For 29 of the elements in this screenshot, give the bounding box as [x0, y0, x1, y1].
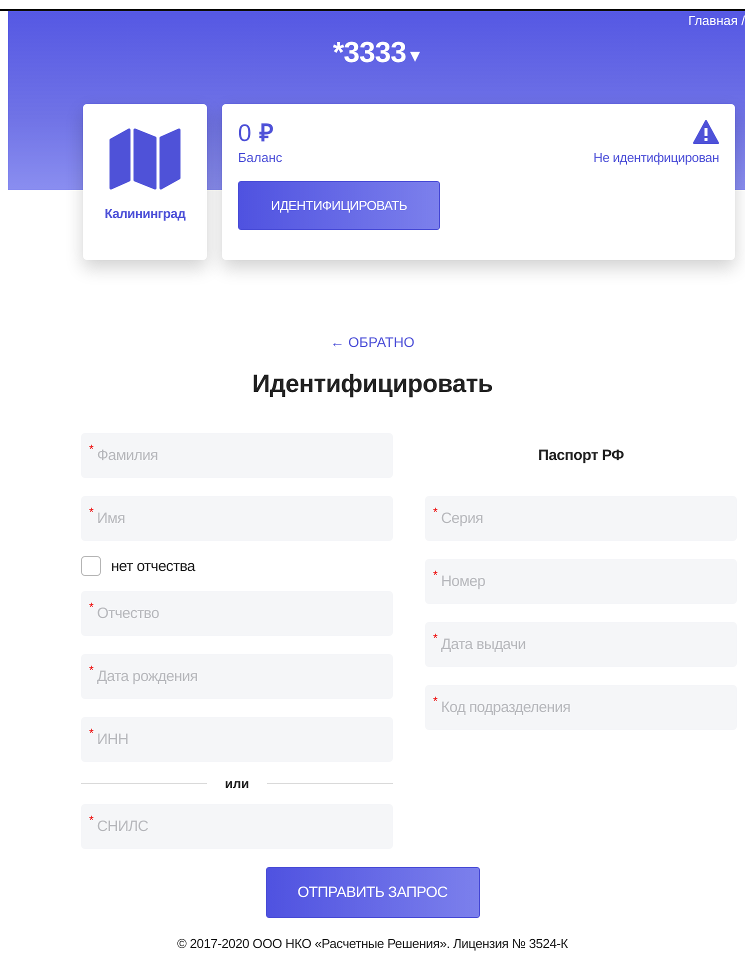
currency-sign: ₽ [259, 120, 274, 147]
required-mark: * [433, 695, 438, 707]
breadcrumb-link[interactable]: Главная / [688, 13, 745, 28]
dropdown-caret[interactable]: ▾ [410, 37, 420, 75]
balance-label: Баланс [238, 150, 282, 165]
identify-button[interactable]: ИДЕНТИФИЦИРОВАТЬ [238, 181, 440, 230]
account-title[interactable]: *3333 [332, 37, 406, 70]
back-link[interactable]: ← ОБРАТНО [330, 334, 415, 350]
checkbox-label: нет отчества [111, 558, 195, 574]
required-mark: * [433, 632, 438, 644]
balance-amount: 0 [238, 120, 252, 147]
required-mark: * [89, 814, 94, 826]
page-heading: Идентифицировать [251, 370, 494, 399]
required-mark: * [89, 506, 94, 518]
submit-button[interactable]: ОТПРАВИТЬ ЗАПРОС [266, 867, 480, 918]
required-mark: * [89, 443, 94, 455]
required-mark: * [89, 727, 94, 739]
required-mark: * [89, 601, 94, 613]
warning-icon [693, 120, 719, 144]
identification-status: Не идентифицирован [593, 150, 719, 165]
section-title: Паспорт РФ [537, 446, 625, 466]
required-mark: * [433, 506, 438, 518]
checkbox[interactable] [81, 556, 101, 576]
city-name: Калининград [104, 206, 186, 221]
footer-text: © 2017-2020 ООО НКО «Расчетные Решения». Лицензия № 3524-К [176, 936, 569, 951]
map-icon [109, 128, 181, 190]
required-mark: * [89, 664, 94, 676]
divider-label: или [224, 776, 250, 790]
required-mark: * [433, 569, 438, 581]
